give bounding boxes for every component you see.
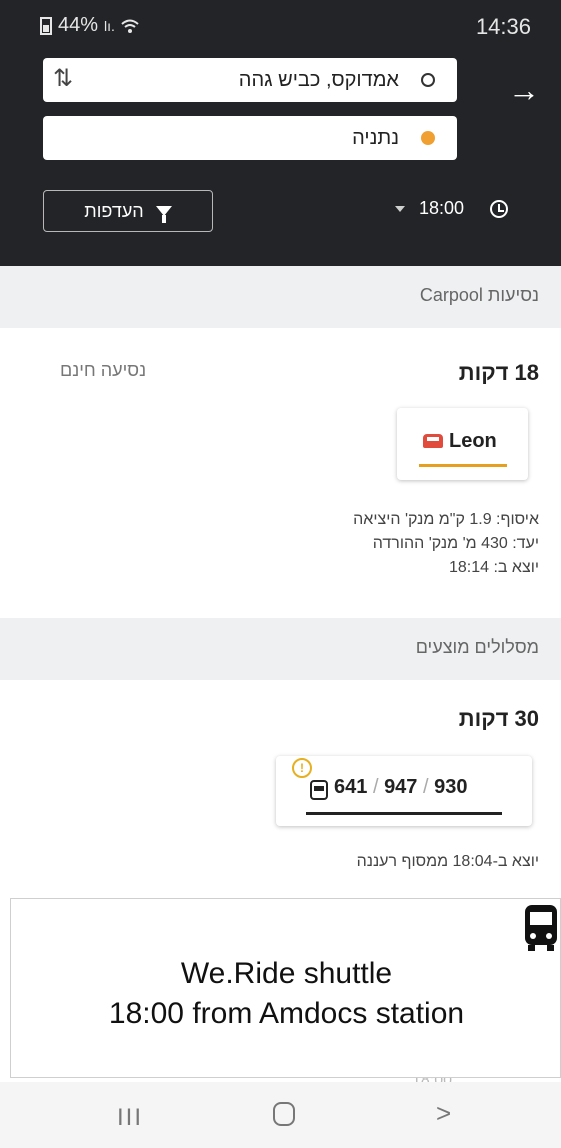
arrow-icon[interactable]: →: [508, 72, 540, 109]
recents-button[interactable]: III: [117, 1104, 143, 1132]
status-bar: 44% lı. 14:36: [0, 0, 561, 50]
bus-lines-chip[interactable]: ! 641 / 947 / 930: [276, 756, 532, 826]
destination-dot-icon: [421, 131, 435, 145]
suggested-section-label: מסלולים מוצעים: [415, 637, 539, 657]
dropoff-info: יעד: 430 מ' מנק' ההורדה: [372, 535, 539, 552]
driver-underline: [419, 464, 507, 467]
bus-line: 947: [384, 776, 418, 798]
destination-text: נתניה: [352, 127, 399, 149]
home-button[interactable]: [273, 1102, 295, 1126]
clock-icon: [490, 199, 509, 218]
route-duration[interactable]: 30 דקות: [459, 706, 539, 732]
search-header: ⇅ אמדוקס, כביש גהה נתניה → העדפות 18:00: [0, 50, 561, 266]
bus-line: 641: [334, 776, 368, 798]
system-nav-bar: III >: [0, 1082, 561, 1148]
back-button[interactable]: >: [436, 1098, 451, 1129]
swap-icon[interactable]: ⇅: [53, 64, 73, 93]
battery-level: 44%: [58, 14, 99, 36]
line-separator: /: [372, 776, 379, 798]
preferences-button[interactable]: העדפות: [43, 190, 213, 232]
preferences-label: העדפות: [84, 200, 144, 221]
carpool-duration[interactable]: 18 דקות: [459, 360, 539, 386]
bus-lines: 641 / 947 / 930: [334, 776, 468, 799]
origin-field[interactable]: ⇅ אמדוקס, כביש גהה: [43, 58, 457, 102]
signal-icon: lı.: [104, 17, 115, 34]
carpool-section-header: נסיעות Carpool: [0, 266, 561, 328]
origin-text: אמדוקס, כביש גהה: [238, 69, 399, 91]
status-time: 14:36: [475, 14, 531, 39]
shuttle-title: We.Ride shuttle: [180, 957, 393, 990]
carpool-departure-info: יוצא ב: 18:14: [448, 559, 539, 576]
shuttle-subtitle: 18:00 from Amdocs station: [108, 997, 465, 1030]
wifi-icon: [121, 19, 139, 33]
battery-icon: [40, 16, 52, 35]
shuttle-annotation: We.Ride shuttle 18:00 from Amdocs statio…: [10, 898, 561, 1078]
bus-underline: [306, 812, 502, 815]
pickup-info: איסוף: 1.9 ק"מ מנק' היציאה: [353, 511, 539, 528]
driver-chip[interactable]: Leon: [397, 408, 528, 480]
departure-time: 18:00: [419, 198, 465, 218]
chevron-down-icon: [395, 205, 405, 212]
warning-icon: !: [292, 758, 312, 778]
line-separator: /: [423, 776, 429, 798]
route-departure-info: יוצא ב-18:04 ממסוף רעננה: [356, 853, 539, 870]
carpool-section-label: נסיעות Carpool: [419, 285, 539, 305]
free-ride-label: נסיעה חינם: [60, 360, 147, 380]
driver-name: Leon: [449, 430, 497, 452]
origin-ring-icon: [421, 73, 435, 87]
destination-field[interactable]: נתניה: [43, 116, 457, 160]
departure-time-selector[interactable]: 18:00: [395, 198, 509, 219]
shuttle-bus-icon: [525, 905, 557, 951]
bus-icon: [310, 780, 328, 800]
filter-icon: [155, 206, 172, 223]
suggested-section-header: מסלולים מוצעים: [0, 618, 561, 680]
car-icon: [423, 434, 443, 448]
bus-line: 930: [434, 776, 468, 798]
